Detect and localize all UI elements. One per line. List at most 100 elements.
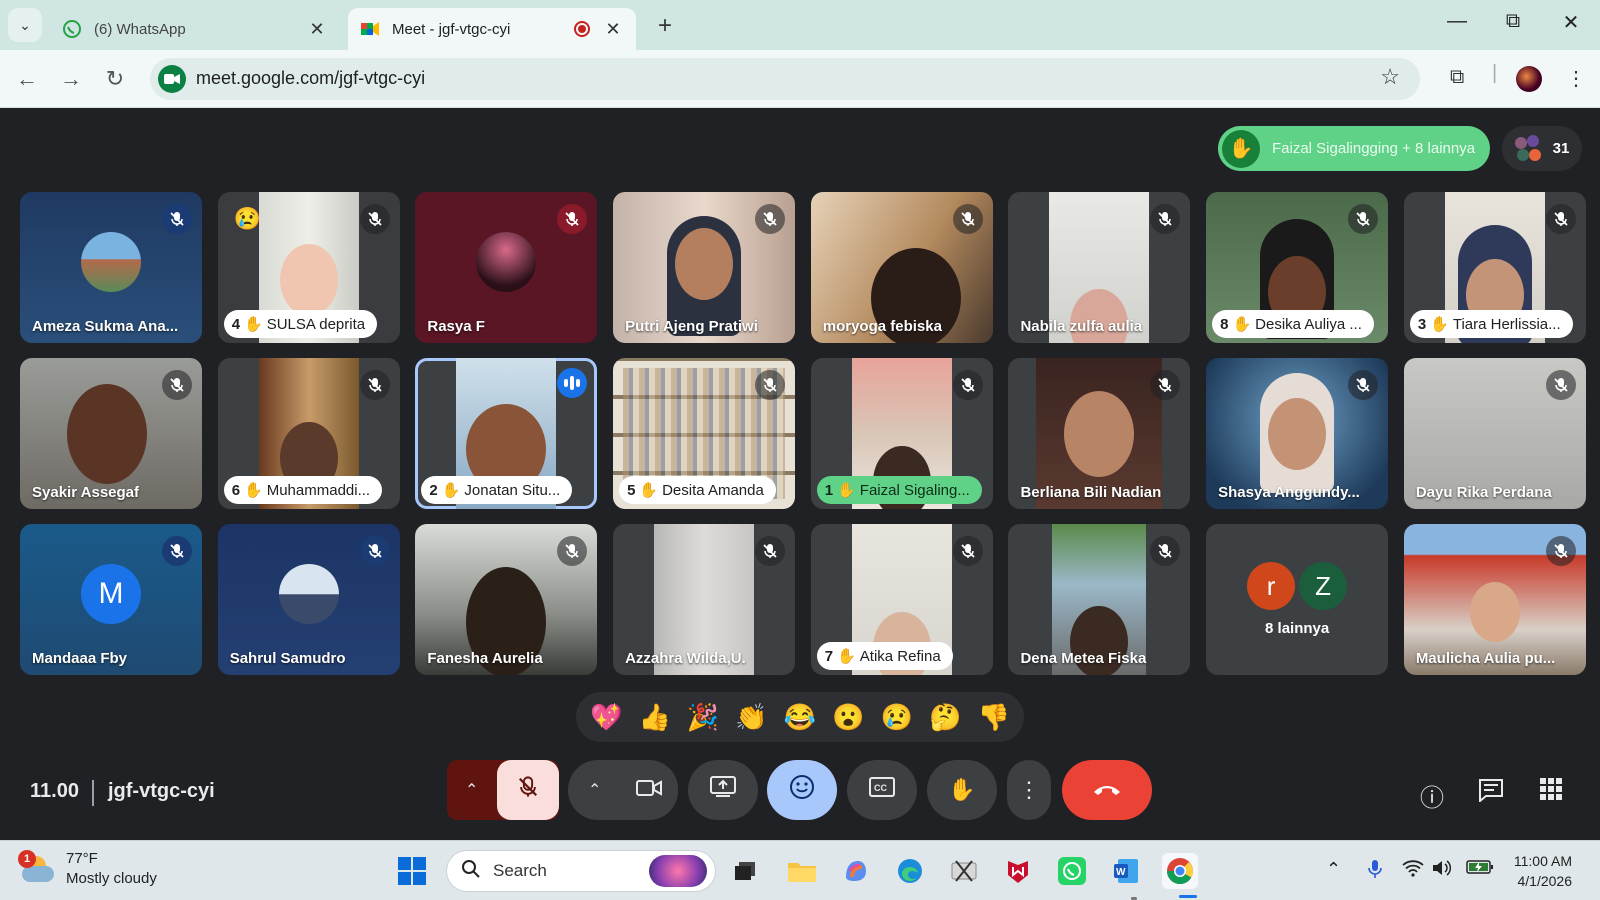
participant-tile[interactable]: Shasya Anggundy... [1206,358,1389,509]
windows-start-icon[interactable] [394,853,430,889]
tab-meet[interactable]: Meet - jgf-vtgc-cyi ✕ [348,8,636,50]
participant-tile[interactable]: Azzahra Wilda,U. [613,524,796,675]
participant-tile[interactable]: Sahrul Samudro [217,524,400,675]
tab-search-dropdown-button[interactable]: ⌄ [8,8,42,42]
more-options-button[interactable]: ⋮ [1007,760,1051,820]
microphone-tray-icon[interactable] [1368,859,1382,884]
meeting-details-icon[interactable]: ⓘ [1420,778,1444,813]
participant-name: Maulicha Aulia pu... [1415,650,1556,667]
profile-avatar[interactable] [1516,66,1542,92]
new-tab-button[interactable]: + [652,12,678,40]
leave-call-button[interactable] [1062,760,1152,820]
microsoft-word-icon[interactable]: W [1108,853,1144,889]
participant-name: Putri Ajeng Pratiwi [625,318,758,335]
minimize-window-button[interactable]: — [1440,10,1474,33]
participant-tile[interactable]: Rasya F [415,192,598,343]
whatsapp-app-icon[interactable] [1054,853,1090,889]
reload-button[interactable]: ↻ [100,64,130,94]
recording-icon [574,21,590,37]
participant-tile[interactable]: 3 ✋ Tiara Herlissia... [1403,192,1586,343]
reaction-laugh[interactable]: 😂 [784,702,816,733]
wifi-icon[interactable] [1402,859,1424,882]
reaction-thumbs-up[interactable]: 👍 [638,702,670,733]
participant-tile-speaking[interactable]: 2 ✋ Jonatan Situ... [415,358,598,509]
browser-menu-icon[interactable]: ⋮ [1566,66,1586,91]
address-bar[interactable]: meet.google.com/jgf-vtgc-cyi ☆ [150,58,1420,100]
search-highlight-image [649,855,707,887]
tab-whatsapp[interactable]: (6) WhatsApp ✕ [50,8,340,50]
participant-tile[interactable]: Putri Ajeng Pratiwi [613,192,796,343]
reaction-sad[interactable]: 😢 [881,702,913,733]
close-tab-icon[interactable]: ✕ [306,19,328,40]
participant-tile[interactable]: moryoga febiska [810,192,993,343]
forward-button[interactable]: → [56,64,86,94]
captions-button[interactable]: CC [847,760,917,820]
participant-face [279,243,338,316]
close-window-button[interactable]: ✕ [1554,10,1588,35]
participant-tile[interactable]: 6 ✋ Muhammaddi... [217,358,400,509]
reaction-thinking[interactable]: 🤔 [929,702,961,733]
mcafee-icon[interactable] [1000,853,1036,889]
raised-hand-badge: 8 ✋ Desika Auliya ... [1212,310,1374,338]
chevron-up-icon: ⌃ [588,782,602,799]
participant-tile[interactable]: 8 ✋ Desika Auliya ... [1206,192,1389,343]
participant-tile[interactable]: Maulicha Aulia pu... [1403,524,1586,675]
participant-tile[interactable]: 😢 4 ✋ SULSA deprita [217,192,400,343]
more-participants-tile[interactable]: r Z 8 lainnya [1206,524,1389,675]
more-vert-icon: ⋮ [1018,777,1040,802]
file-explorer-icon[interactable] [784,853,820,889]
reaction-thumbs-down[interactable]: 👎 [978,702,1010,733]
participant-tile[interactable]: Syakir Assegaf [20,358,202,509]
weather-widget[interactable]: 1 77°F Mostly cloudy [18,849,157,889]
participant-tile[interactable]: Nabila zulfa aulia [1008,192,1191,343]
site-info-icon[interactable] [158,65,186,93]
snipping-tool-icon[interactable] [946,853,982,889]
camera-toggle-button[interactable] [620,760,678,820]
participant-tile[interactable]: 5 ✋ Desita Amanda [613,358,796,509]
back-button[interactable]: ← [12,64,42,94]
participant-tile[interactable]: Dena Metea Fiska [1008,524,1191,675]
participants-button[interactable]: 31 [1502,126,1582,171]
participant-count: 31 [1552,140,1570,157]
task-view-icon[interactable] [727,853,763,889]
participant-tile[interactable]: 1 ✋ Faizal Sigaling... [810,358,993,509]
chrome-icon[interactable] [1162,853,1198,889]
participant-tile[interactable]: 7 ✋ Atika Refina [810,524,993,675]
bookmark-star-icon[interactable]: ☆ [1380,64,1400,90]
chevron-up-icon: ⌃ [465,782,479,799]
microphone-toggle-button[interactable] [497,760,559,820]
tab-title: Meet - jgf-vtgc-cyi [392,20,511,38]
participant-name: Tiara Herlissia... [1452,315,1561,333]
reaction-surprised[interactable]: 😮 [832,702,864,733]
mic-off-icon [557,536,588,566]
raise-hand-button[interactable]: ✋ [927,760,997,820]
extensions-icon[interactable]: ⧉ [1450,66,1464,89]
chat-icon[interactable] [1478,778,1504,809]
battery-charging-icon[interactable] [1466,859,1494,880]
raised-hand-badge: 1 ✋ Faizal Sigaling... [816,476,982,504]
participant-tile[interactable]: Ameza Sukma Ana... [20,192,202,343]
close-tab-icon[interactable]: ✕ [602,19,624,40]
volume-icon[interactable] [1432,859,1452,882]
taskbar-search-box[interactable]: Search [446,850,716,892]
copilot-icon[interactable] [838,853,874,889]
windows-taskbar: 1 77°F Mostly cloudy Search W ⌃ 11:00 AM… [0,840,1600,900]
restore-window-button[interactable]: ⧉ [1496,10,1530,33]
reaction-party[interactable]: 🎉 [687,702,719,733]
captions-icon: CC [869,777,895,803]
mic-off-icon [359,204,390,234]
send-reaction-button[interactable] [767,760,837,820]
system-clock[interactable]: 11:00 AM 4/1/2026 [1514,851,1572,891]
participant-tile[interactable]: Dayu Rika Perdana [1403,358,1586,509]
participant-tile[interactable]: Fanesha Aurelia [415,524,598,675]
reaction-clap[interactable]: 👏 [735,702,767,733]
edge-browser-icon[interactable] [892,853,928,889]
url-text[interactable]: meet.google.com/jgf-vtgc-cyi [196,68,425,89]
participant-tile[interactable]: Berliana Bili Nadian [1008,358,1191,509]
raised-hands-indicator[interactable]: ✋ Faizal Sigalingging + 8 lainnya [1218,126,1490,171]
present-screen-button[interactable] [688,760,758,820]
show-hidden-icons-chevron[interactable]: ⌃ [1326,859,1341,880]
participant-tile[interactable]: M Mandaaa Fby [20,524,202,675]
reaction-heart[interactable]: 💖 [590,702,622,733]
activities-grid-icon[interactable] [1540,778,1562,807]
